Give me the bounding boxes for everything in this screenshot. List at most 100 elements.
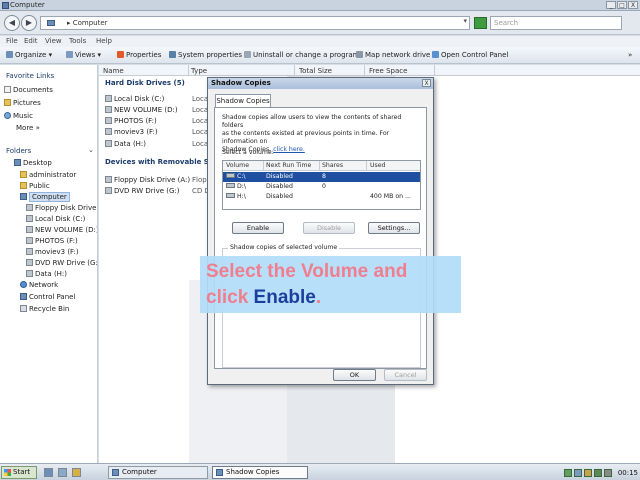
item-label: Local Disk (C:) bbox=[114, 95, 165, 103]
menu-file[interactable]: File bbox=[6, 37, 18, 45]
column-separator[interactable] bbox=[434, 65, 435, 76]
tray-icon[interactable] bbox=[583, 468, 592, 477]
tree-photos[interactable]: PHOTOS (F:) bbox=[26, 237, 78, 245]
dialog-titlebar[interactable]: Shadow Copies X bbox=[208, 78, 433, 89]
tree-data-h[interactable]: Data (H:) bbox=[26, 270, 67, 278]
column-separator[interactable] bbox=[366, 161, 367, 171]
column-separator[interactable] bbox=[188, 65, 189, 76]
drive-icon bbox=[226, 173, 235, 178]
volume-row-d[interactable]: D:\ Disabled 0 bbox=[223, 182, 420, 192]
column-total-size[interactable]: Total Size bbox=[299, 67, 332, 75]
tree-floppy[interactable]: Floppy Disk Drive (A bbox=[26, 204, 97, 212]
explorer-icon[interactable] bbox=[72, 468, 81, 477]
forward-button[interactable]: ▶ bbox=[21, 15, 37, 31]
minimize-button[interactable]: _ bbox=[606, 1, 616, 9]
favorite-music[interactable]: Music bbox=[4, 112, 33, 120]
music-icon bbox=[4, 112, 11, 119]
address-field[interactable]: ▸ Computer ▾ bbox=[40, 16, 470, 30]
folder-icon bbox=[20, 171, 27, 178]
favorite-pictures[interactable]: Pictures bbox=[4, 99, 41, 107]
close-button[interactable]: X bbox=[628, 1, 638, 9]
tree-public[interactable]: Public bbox=[20, 182, 50, 190]
menu-help[interactable]: Help bbox=[96, 37, 112, 45]
system-properties-button[interactable]: System properties bbox=[169, 51, 242, 59]
list-item[interactable]: Data (H:) bbox=[105, 140, 146, 148]
tree-new-volume-d[interactable]: NEW VOLUME (D:) bbox=[26, 226, 97, 234]
uninstall-button[interactable]: Uninstall or change a program bbox=[244, 51, 360, 59]
toolbar-overflow-button[interactable]: » bbox=[628, 51, 632, 59]
column-name[interactable]: Name bbox=[103, 67, 124, 75]
control-panel-button[interactable]: Open Control Panel bbox=[432, 51, 508, 59]
drive-icon bbox=[26, 237, 33, 244]
tree-local-disk-c[interactable]: Local Disk (C:) bbox=[26, 215, 85, 223]
list-item[interactable]: PHOTOS (F:) bbox=[105, 117, 157, 125]
list-item[interactable]: moviev3 (F:) bbox=[105, 128, 158, 136]
column-separator[interactable] bbox=[364, 65, 365, 76]
taskbar-item-shadow-copies[interactable]: Shadow Copies bbox=[212, 466, 308, 479]
list-item[interactable]: Floppy Disk Drive (A:) bbox=[105, 176, 190, 184]
chevron-down-icon[interactable]: ⌄ bbox=[88, 146, 94, 154]
command-toolbar: Organize ▾ Views ▾ Properties System pro… bbox=[0, 47, 640, 64]
switch-windows-icon[interactable] bbox=[58, 468, 67, 477]
properties-button[interactable]: Properties bbox=[117, 51, 161, 59]
taskbar-item-computer[interactable]: Computer bbox=[108, 466, 208, 479]
clock[interactable]: 00:15 bbox=[618, 469, 638, 477]
volume-row-h[interactable]: H:\ Disabled 400 MB on ... bbox=[223, 192, 420, 202]
list-item[interactable]: NEW VOLUME (D:) bbox=[105, 106, 178, 114]
menu-bar: File Edit View Tools Help bbox=[0, 36, 640, 47]
views-button[interactable]: Views ▾ bbox=[66, 51, 101, 59]
column-next-run-time[interactable]: Next Run Time bbox=[266, 162, 311, 169]
enable-button[interactable]: Enable bbox=[232, 222, 284, 234]
start-button[interactable]: Start bbox=[1, 466, 37, 479]
search-input[interactable]: Search bbox=[490, 16, 622, 30]
column-separator[interactable] bbox=[294, 65, 295, 76]
column-shares[interactable]: Shares bbox=[322, 162, 343, 169]
column-separator[interactable] bbox=[263, 161, 264, 171]
chevron-down-icon[interactable]: ▾ bbox=[463, 17, 467, 25]
volume-icon[interactable] bbox=[603, 468, 612, 477]
tab-shadow-copies[interactable]: Shadow Copies bbox=[215, 94, 271, 107]
disable-button[interactable]: Disable bbox=[303, 222, 355, 234]
cancel-button[interactable]: Cancel bbox=[384, 369, 427, 381]
column-separator[interactable] bbox=[319, 161, 320, 171]
network-icon bbox=[20, 281, 27, 288]
menu-view[interactable]: View bbox=[45, 37, 62, 45]
tree-recycle-bin[interactable]: Recycle Bin bbox=[20, 305, 69, 313]
map-drive-button[interactable]: Map network drive bbox=[356, 51, 430, 59]
list-item[interactable]: Local Disk (C:) bbox=[105, 95, 164, 103]
tray-icon[interactable] bbox=[573, 468, 582, 477]
favorite-documents[interactable]: Documents bbox=[4, 86, 53, 94]
dialog-description: Shadow copies allow users to view the co… bbox=[222, 114, 422, 154]
help-link[interactable]: click here. bbox=[273, 146, 305, 153]
tree-dvd-drive[interactable]: DVD RW Drive (G:) bbox=[26, 259, 97, 267]
tree-administrator[interactable]: administrator bbox=[20, 171, 76, 179]
column-volume[interactable]: Volume bbox=[226, 162, 249, 169]
maximize-button[interactable]: □ bbox=[617, 1, 627, 9]
column-type[interactable]: Type bbox=[191, 67, 207, 75]
volume-row-c[interactable]: C:\ Disabled 8 bbox=[223, 172, 420, 182]
column-used[interactable]: Used bbox=[370, 162, 386, 169]
tray-icon[interactable] bbox=[593, 468, 602, 477]
ok-button[interactable]: OK bbox=[333, 369, 376, 381]
tree-computer[interactable]: Computer bbox=[20, 192, 70, 202]
tree-desktop[interactable]: Desktop bbox=[14, 159, 52, 167]
show-desktop-icon[interactable] bbox=[44, 468, 53, 477]
favorites-more-link[interactable]: More » bbox=[16, 124, 40, 132]
column-free-space[interactable]: Free Space bbox=[369, 67, 407, 75]
dialog-close-button[interactable]: X bbox=[422, 79, 431, 87]
tree-moviev3[interactable]: moviev3 (F:) bbox=[26, 248, 79, 256]
tree-control-panel[interactable]: Control Panel bbox=[20, 293, 75, 301]
network-status-icon[interactable] bbox=[563, 468, 572, 477]
volume-cell: H:\ bbox=[226, 192, 246, 202]
organize-label: Organize ▾ bbox=[15, 51, 53, 59]
menu-edit[interactable]: Edit bbox=[24, 37, 38, 45]
folders-header[interactable]: Folders bbox=[6, 147, 31, 155]
refresh-button[interactable] bbox=[474, 17, 487, 29]
tree-network[interactable]: Network bbox=[20, 281, 58, 289]
settings-button[interactable]: Settings... bbox=[368, 222, 420, 234]
menu-tools[interactable]: Tools bbox=[69, 37, 86, 45]
organize-button[interactable]: Organize ▾ bbox=[6, 51, 52, 59]
list-item[interactable]: DVD RW Drive (G:) bbox=[105, 187, 180, 195]
volume-list[interactable]: Volume Next Run Time Shares Used C:\ Dis… bbox=[222, 160, 421, 210]
back-button[interactable]: ◀ bbox=[4, 15, 20, 31]
